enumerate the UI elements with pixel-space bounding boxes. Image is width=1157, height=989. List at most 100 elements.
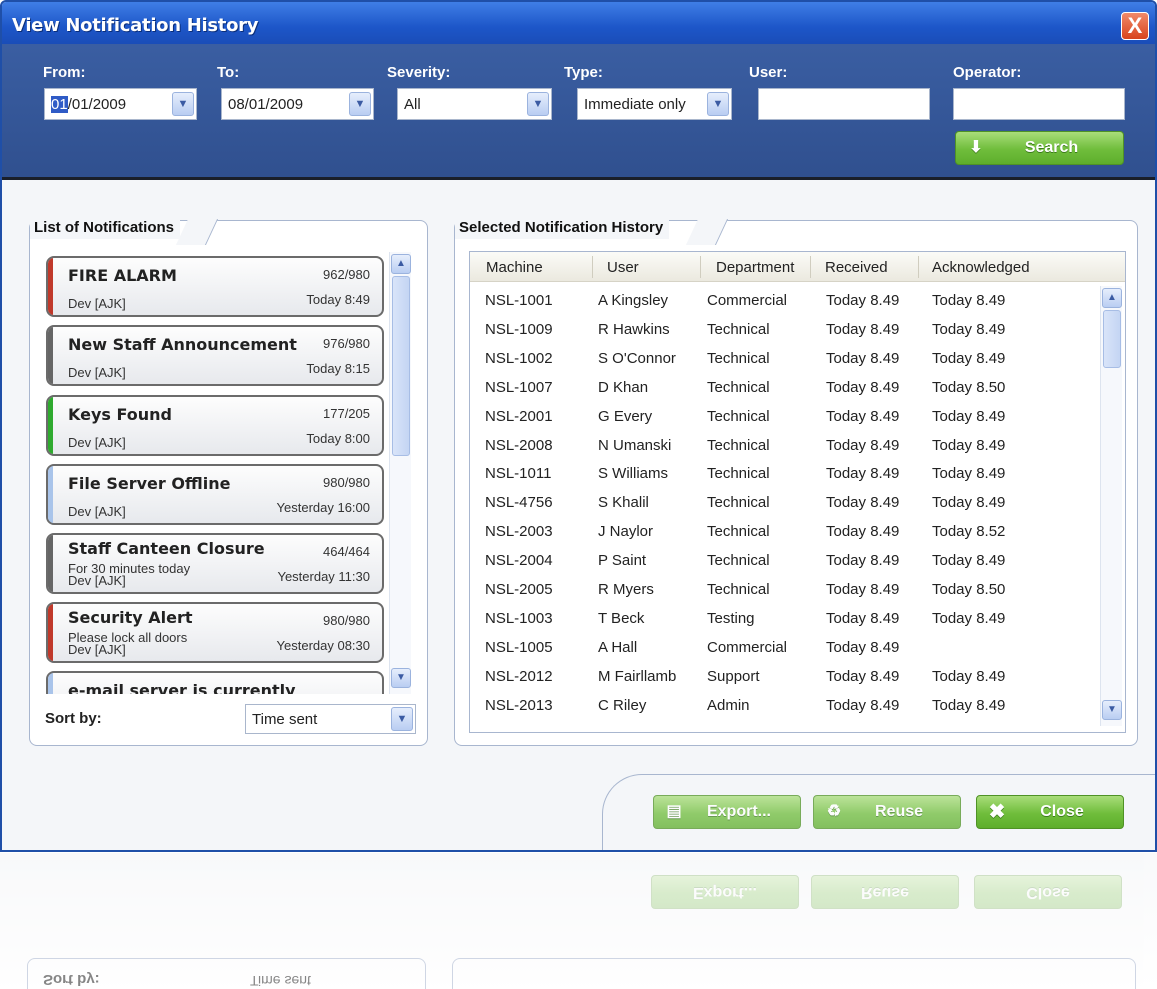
search-button[interactable]: ⬇ Search xyxy=(955,131,1124,165)
column-header-acknowledged[interactable]: Acknowledged xyxy=(932,259,1030,276)
window-close-button[interactable]: X xyxy=(1121,12,1149,40)
table-row[interactable]: NSL-1005 A Hall Commercial Today 8.49 xyxy=(470,633,1100,662)
table-row[interactable]: NSL-1007 D Khan Technical Today 8.49 Today 8… xyxy=(470,373,1100,402)
cell-acknowledged: Today 8.49 xyxy=(932,552,1006,570)
export-reflection-label: Export... xyxy=(692,884,757,901)
type-select[interactable]: Immediate only ▼ xyxy=(577,88,732,120)
table-row[interactable]: NSL-1003 T Beck Testing Today 8.49 Today 8.4… xyxy=(470,604,1100,633)
chevron-down-icon[interactable]: ▼ xyxy=(172,92,194,116)
cell-received: Today 8.49 xyxy=(826,638,900,656)
close-reflection-label: Close xyxy=(1026,884,1070,901)
table-row[interactable]: NSL-2001 G Every Technical Today 8.49 Today … xyxy=(470,402,1100,431)
severity-color-bar xyxy=(48,673,53,694)
notification-title: FIRE ALARM xyxy=(68,266,177,285)
cell-department: Commercial xyxy=(707,638,788,656)
notification-card[interactable]: FIRE ALARM 962/980 Dev [AJK] Today 8:49 xyxy=(46,256,384,317)
user-input[interactable] xyxy=(758,88,930,120)
close-icon: ✖ xyxy=(988,801,1006,823)
notification-card[interactable]: Keys Found 177/205 Dev [AJK] Today 8:00 xyxy=(46,395,384,456)
sort-by-label: Sort by: xyxy=(45,710,102,727)
chevron-down-icon[interactable]: ▼ xyxy=(707,92,729,116)
from-date-picker[interactable]: 01/01/2009 ▼ xyxy=(44,88,197,120)
history-table-scrollbar[interactable]: ▲ ▼ xyxy=(1100,286,1122,726)
notification-list-scrollbar[interactable]: ▲ ▼ xyxy=(389,252,411,694)
notification-count: 464/464 xyxy=(323,544,370,559)
severity-color-bar xyxy=(48,604,53,661)
notification-author: Dev [AJK] xyxy=(68,504,126,519)
cell-machine: NSL-2005 xyxy=(485,581,553,598)
cell-machine: NSL-1007 xyxy=(485,378,553,396)
severity-select[interactable]: All ▼ xyxy=(397,88,552,120)
column-header-department[interactable]: Department xyxy=(716,259,794,276)
table-row[interactable]: NSL-2012 M Fairllamb Support Today 8.49 Toda… xyxy=(470,662,1100,691)
notification-time: Today 8:49 xyxy=(306,292,370,307)
notification-card[interactable]: File Server Offline 980/980 Dev [AJK] Yeste… xyxy=(46,464,384,525)
reuse-button[interactable]: ♻ Reuse xyxy=(813,795,961,829)
column-divider[interactable] xyxy=(700,256,701,278)
filter-bar: From: 01/01/2009 ▼ To: 08/01/2009 ▼ Seve… xyxy=(2,44,1155,180)
operator-input[interactable] xyxy=(953,88,1125,120)
table-row[interactable]: NSL-1009 R Hawkins Technical Today 8.49 Toda… xyxy=(470,315,1100,344)
cell-department: Commercial xyxy=(707,292,788,309)
table-row[interactable]: NSL-1011 S Williams Technical Today 8.49 Tod… xyxy=(470,459,1100,488)
scroll-thumb[interactable] xyxy=(1103,310,1121,368)
close-button-label: Close xyxy=(1040,803,1084,820)
column-divider[interactable] xyxy=(810,256,811,278)
cell-received: Today 8.49 xyxy=(826,407,900,425)
cell-machine: NSL-1001 xyxy=(485,292,553,309)
column-divider[interactable] xyxy=(592,256,593,278)
column-divider[interactable] xyxy=(918,256,919,278)
table-row[interactable]: NSL-1002 S O'Connor Technical Today 8.49 Tod… xyxy=(470,344,1100,373)
notification-author: Dev [AJK] xyxy=(68,435,126,450)
cell-machine: NSL-2013 xyxy=(485,696,553,714)
export-button[interactable]: ▤ Export... xyxy=(653,795,801,829)
reuse-button-reflection: Reuse xyxy=(811,875,959,909)
cell-acknowledged: Today 8.49 xyxy=(932,667,1006,685)
cell-received: Today 8.49 xyxy=(826,436,900,454)
notification-card[interactable]: Staff Canteen Closure 464/464 For 30 minut… xyxy=(46,533,384,594)
table-row[interactable]: NSL-2013 C Riley Admin Today 8.49 Today 8.49 xyxy=(470,691,1100,720)
notification-time: Yesterday 16:00 xyxy=(276,500,370,515)
table-row[interactable]: NSL-2005 R Myers Technical Today 8.49 Today … xyxy=(470,575,1100,604)
table-row[interactable]: NSL-4756 S Khalil Technical Today 8.49 Today… xyxy=(470,488,1100,517)
notification-title: Keys Found xyxy=(68,405,172,424)
chevron-down-icon[interactable]: ▼ xyxy=(391,707,413,731)
table-row[interactable]: NSL-1001 A Kingsley Commercial Today 8.49 To… xyxy=(470,286,1100,315)
table-row[interactable]: NSL-2003 J Naylor Technical Today 8.49 Today… xyxy=(470,517,1100,546)
cell-department: Support xyxy=(707,667,760,685)
notification-card[interactable]: New Staff Announcement 976/980 Dev [AJK] To… xyxy=(46,325,384,386)
to-date-picker[interactable]: 08/01/2009 ▼ xyxy=(221,88,374,120)
recycle-icon: ♻ xyxy=(826,803,842,820)
column-header-user[interactable]: User xyxy=(607,259,639,276)
sort-by-select[interactable]: Time sent ▼ xyxy=(245,704,416,734)
cell-department: Technical xyxy=(707,407,770,425)
user-label: User: xyxy=(749,64,788,81)
notification-card[interactable]: e-mail server is currently xyxy=(46,671,384,694)
table-row[interactable]: NSL-2004 P Saint Technical Today 8.49 Today … xyxy=(470,546,1100,575)
severity-color-bar xyxy=(48,397,53,454)
scroll-up-icon[interactable]: ▲ xyxy=(1102,288,1122,308)
notification-count: 962/980 xyxy=(323,267,370,282)
table-row[interactable]: NSL-2008 N Umanski Technical Today 8.49 Toda… xyxy=(470,431,1100,460)
cell-received: Today 8.49 xyxy=(826,523,900,541)
history-table-header: Machine User Department Received Acknowl… xyxy=(470,252,1125,282)
chevron-down-icon[interactable]: ▼ xyxy=(349,92,371,116)
column-header-machine[interactable]: Machine xyxy=(486,259,543,276)
cell-received: Today 8.49 xyxy=(826,465,900,483)
notification-card[interactable]: Security Alert 980/980 Please lock all doo… xyxy=(46,602,384,663)
scroll-thumb[interactable] xyxy=(392,276,410,456)
cell-department: Technical xyxy=(707,465,770,483)
scroll-down-icon[interactable]: ▼ xyxy=(391,668,411,688)
cell-department: Technical xyxy=(707,378,770,396)
scroll-down-icon[interactable]: ▼ xyxy=(1102,700,1122,720)
chevron-down-icon[interactable]: ▼ xyxy=(527,92,549,116)
cell-user: S O'Connor xyxy=(598,349,676,367)
cell-department: Technical xyxy=(707,523,770,541)
close-button[interactable]: ✖ Close xyxy=(976,795,1124,829)
cell-acknowledged: Today 8.52 xyxy=(932,523,1006,541)
scroll-up-icon[interactable]: ▲ xyxy=(391,254,411,274)
cell-machine: NSL-1005 xyxy=(485,638,553,656)
search-button-label: Search xyxy=(1024,139,1079,156)
cell-acknowledged: Today 8.49 xyxy=(932,292,1006,309)
column-header-received[interactable]: Received xyxy=(825,259,888,276)
